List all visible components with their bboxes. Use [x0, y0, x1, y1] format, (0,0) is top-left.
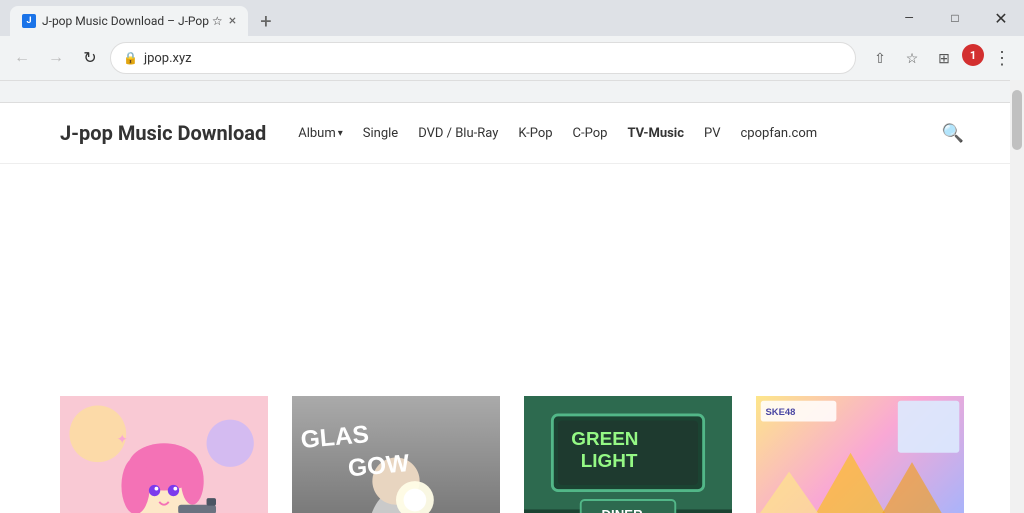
card-3-image[interactable]: GREEN LIGHT DINER — [524, 188, 732, 513]
nav-album[interactable]: Album ▾ — [298, 126, 343, 141]
svg-text:✦: ✦ — [117, 432, 128, 447]
tab-title: J-pop Music Download – J-Pop ☆ — [42, 14, 223, 28]
site-logo[interactable]: J-pop Music Download — [60, 121, 266, 145]
cards-grid: ★ ★ ✦ Yoshihito Yano – Survival Quiz CIT… — [60, 188, 964, 513]
site-nav: Album ▾ Single DVD / Blu-Ray K-Pop C-Pop… — [298, 126, 909, 141]
tab-bar: J J-pop Music Download – J-Pop ☆ × + — □… — [0, 0, 1024, 36]
nav-pv[interactable]: PV — [704, 126, 720, 141]
card-2-image-inner: GLAS GOW FLASH BACK! — [292, 396, 500, 513]
tab-favicon: J — [22, 14, 36, 28]
card-4-image-inner: SKE48 — [756, 396, 964, 513]
card-4-image[interactable]: SKE48 — [756, 188, 964, 513]
page-content: J-pop Music Download Album ▾ Single DVD … — [0, 103, 1024, 513]
scrollbar[interactable] — [1010, 80, 1024, 513]
reload-button[interactable]: ↻ — [76, 44, 104, 72]
card-1-image[interactable]: ★ ★ ✦ — [60, 188, 268, 513]
nav-single[interactable]: Single — [363, 126, 398, 141]
extensions-button[interactable]: ⊞ — [930, 44, 958, 72]
nav-cpopfan[interactable]: cpopfan.com — [741, 126, 818, 141]
card-4: SKE48 — [756, 188, 964, 513]
bookmark-bar — [0, 81, 1024, 103]
browser-chrome: J J-pop Music Download – J-Pop ☆ × + — □… — [0, 0, 1024, 81]
bookmark-button[interactable]: ☆ — [898, 44, 926, 72]
card-2-artwork: GLAS GOW FLASH BACK! — [292, 396, 500, 513]
browser-window: J J-pop Music Download – J-Pop ☆ × + — □… — [0, 0, 1024, 513]
close-tab-button[interactable]: × — [229, 13, 236, 29]
lock-icon: 🔒 — [123, 51, 138, 65]
profile-button[interactable]: 1 — [962, 44, 984, 66]
address-actions: ⇧ ☆ ⊞ 1 ⋮ — [866, 44, 1016, 72]
nav-tv-music[interactable]: TV-Music — [627, 126, 684, 141]
share-button[interactable]: ⇧ — [866, 44, 894, 72]
svg-text:LIGHT: LIGHT — [581, 451, 638, 472]
card-3-artwork: GREEN LIGHT DINER — [524, 396, 732, 513]
svg-text:DINER: DINER — [602, 507, 644, 513]
address-bar-row: ← → ↻ 🔒 jpop.xyz ⇧ ☆ ⊞ 1 ⋮ — [0, 36, 1024, 80]
maximize-button[interactable]: □ — [932, 3, 978, 33]
card-3-image-inner: GREEN LIGHT DINER — [524, 396, 732, 513]
new-tab-button[interactable]: + — [254, 6, 277, 36]
search-icon[interactable]: 🔍 — [942, 123, 964, 144]
nav-kpop[interactable]: K-Pop — [518, 126, 552, 141]
url-text: jpop.xyz — [144, 51, 843, 66]
close-button[interactable]: ✕ — [978, 3, 1024, 33]
chevron-down-icon: ▾ — [338, 128, 343, 139]
card-1-artwork: ★ ★ ✦ — [60, 396, 268, 513]
card-2-image[interactable]: GLAS GOW FLASH BACK! — [292, 188, 500, 513]
window-controls: — □ ✕ — [886, 0, 1024, 36]
menu-button[interactable]: ⋮ — [988, 44, 1016, 72]
minimize-button[interactable]: — — [886, 3, 932, 33]
main-content: ★ ★ ✦ Yoshihito Yano – Survival Quiz CIT… — [0, 164, 1024, 513]
card-1: ★ ★ ✦ Yoshihito Yano – Survival Quiz CIT… — [60, 188, 268, 513]
card-1-image-inner: ★ ★ ✦ — [60, 396, 268, 513]
card-4-artwork: SKE48 — [756, 396, 964, 513]
scrollbar-thumb[interactable] — [1012, 90, 1022, 150]
nav-dvd[interactable]: DVD / Blu-Ray — [418, 126, 498, 141]
forward-button[interactable]: → — [42, 44, 70, 72]
favicon-letter: J — [26, 16, 31, 26]
svg-text:GREEN: GREEN — [571, 429, 638, 450]
svg-text:GOW: GOW — [347, 450, 411, 482]
card-3: GREEN LIGHT DINER — [524, 188, 732, 513]
card-2: GLAS GOW FLASH BACK! GLASGOW – FLASHBACK… — [292, 188, 500, 513]
svg-text:SKE48: SKE48 — [765, 407, 795, 418]
active-tab[interactable]: J J-pop Music Download – J-Pop ☆ × — [10, 6, 248, 36]
back-button[interactable]: ← — [8, 44, 36, 72]
address-bar[interactable]: 🔒 jpop.xyz — [110, 42, 856, 74]
nav-cpop[interactable]: C-Pop — [573, 126, 608, 141]
site-header: J-pop Music Download Album ▾ Single DVD … — [0, 103, 1024, 164]
